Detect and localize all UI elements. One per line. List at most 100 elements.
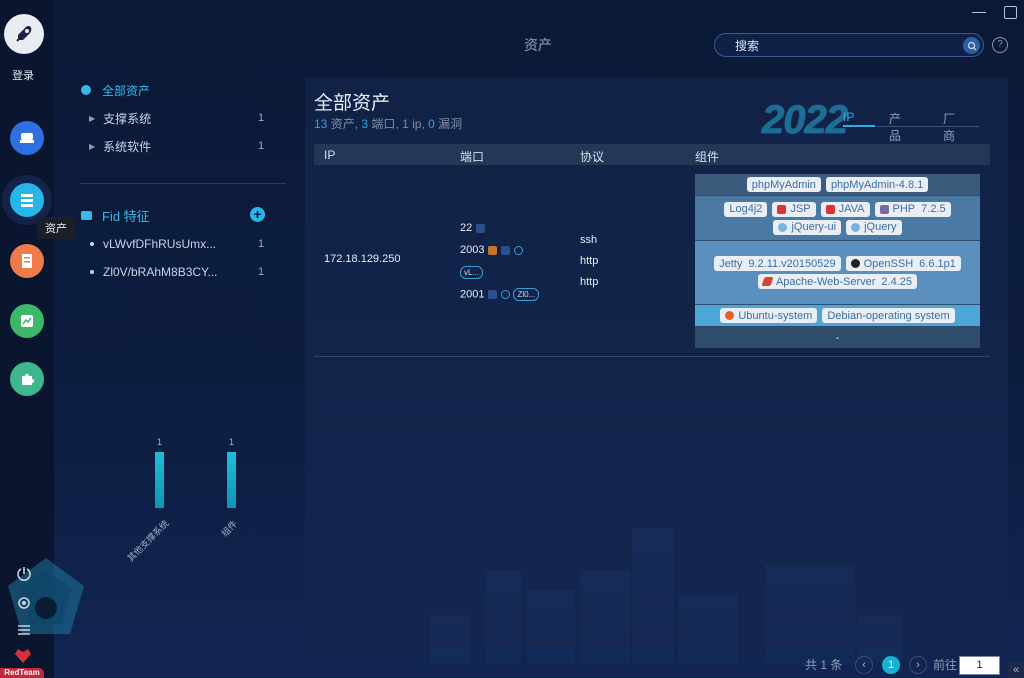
fid-item-count: 1: [258, 266, 265, 278]
java-icon: [825, 204, 835, 214]
protocol: ssh: [580, 234, 598, 246]
component-tag[interactable]: Apache-Web-Server 2.4.25: [757, 274, 918, 289]
tab-product[interactable]: 产品: [889, 110, 901, 144]
puzzle-icon: [22, 374, 34, 385]
power-icon[interactable]: [15, 565, 33, 583]
fid-item[interactable]: vLWvfDFhRUsUmx...: [90, 234, 216, 254]
ip-address[interactable]: 172.18.129.250: [324, 253, 400, 265]
column-header-protocol[interactable]: 协议: [580, 148, 604, 165]
fid-pill[interactable]: vL...: [460, 266, 484, 279]
window-minimize-button[interactable]: [972, 12, 986, 13]
component-tag[interactable]: Debian-operating system: [822, 308, 955, 323]
sidebar-divider: [80, 183, 286, 184]
component-tag[interactable]: OpenSSH 6.6.1p1: [845, 256, 961, 271]
fingerprint-icon: [476, 223, 486, 233]
flame-icon: [488, 245, 498, 255]
fid-item-label: vLWvfDFhRUsUmx...: [103, 237, 217, 251]
fid-pill-row: vL...: [460, 266, 484, 279]
rail-report-button[interactable]: [10, 244, 44, 278]
rail-assets-button[interactable]: [10, 183, 44, 217]
component-tag[interactable]: phpMyAdmin-4.8.1: [825, 177, 929, 192]
mini-bar-value: 1: [229, 437, 235, 447]
document-icon: [22, 254, 32, 268]
rocket-icon: [16, 26, 32, 42]
component-tag[interactable]: Log4j2: [724, 201, 768, 217]
next-page-button[interactable]: ›: [909, 656, 927, 674]
component-tag[interactable]: PHP 7.2.5: [874, 201, 951, 217]
port-entry: 22: [460, 222, 486, 234]
component-tag[interactable]: jQuery-ui: [773, 219, 842, 235]
bullet-icon: [90, 270, 94, 274]
tree-item-count: 1: [258, 140, 265, 152]
page-title: 资产: [524, 37, 552, 53]
asset-summary: 13 资产, 3 端口, 1 ip, 0 漏洞: [314, 117, 463, 131]
menu-icon[interactable]: [15, 621, 33, 639]
panel-title: 全部资产: [314, 93, 391, 114]
component-group: Jetty 9.2.11.v20150529 OpenSSH 6.6.1p1 Apa…: [695, 241, 980, 304]
tab-ip[interactable]: IP: [843, 110, 854, 124]
port-entry: 2001 Zl0...: [460, 288, 540, 301]
fid-pill[interactable]: Zl0...: [513, 288, 540, 301]
goto-page-input[interactable]: 1: [959, 656, 1000, 675]
row-separator: [314, 356, 990, 357]
component-box: phpMyAdmin phpMyAdmin-4.8.1 Log4j2 JSP J…: [695, 174, 980, 348]
fingerprint-icon: [488, 290, 498, 299]
search-button[interactable]: [963, 37, 980, 54]
pagination-total: 共 1 条: [805, 658, 843, 672]
jquery-icon: [778, 222, 788, 232]
trend-chart-icon: [21, 315, 33, 327]
tab-active-indicator: [843, 125, 875, 127]
server-icon: [21, 194, 33, 207]
jquery-icon: [851, 222, 861, 232]
settings-gear-icon[interactable]: [15, 594, 33, 612]
target-icon: [81, 85, 91, 95]
component-tag[interactable]: phpMyAdmin: [746, 177, 821, 192]
prev-page-button[interactable]: ‹: [855, 656, 873, 674]
column-header-port[interactable]: 端口: [460, 148, 484, 165]
year-watermark: 2022: [762, 98, 848, 142]
component-group: Log4j2 JSP JAVA PHP 7.2.5 jQuery-ui jQuer…: [695, 196, 980, 240]
search-box[interactable]: [714, 33, 984, 57]
component-tag[interactable]: JSP: [772, 201, 816, 217]
add-fid-button[interactable]: +: [250, 207, 265, 222]
tree-item-system-software[interactable]: ▶ 系统软件: [89, 136, 151, 156]
fid-item-label: Zl0V/bRAhM8B3CY...: [103, 265, 218, 279]
mini-bar: [227, 452, 236, 508]
rail-chart-button[interactable]: [10, 304, 44, 338]
component-tag[interactable]: Jetty 9.2.11.v20150529: [714, 256, 841, 271]
window-maximize-button[interactable]: [1004, 6, 1017, 19]
page-number-button[interactable]: 1: [882, 656, 900, 674]
fid-item[interactable]: Zl0V/bRAhM8B3CY...: [90, 262, 218, 282]
link-icon[interactable]: [514, 245, 524, 255]
caret-right-icon: ▶: [89, 141, 96, 151]
tree-root-all-assets[interactable]: 全部资产: [81, 80, 150, 100]
search-input[interactable]: [733, 38, 957, 54]
app-logo[interactable]: [4, 14, 44, 54]
redteam-badge: RedTeam: [0, 668, 44, 678]
tab-vendor[interactable]: 厂商: [943, 110, 955, 144]
heart-shield-icon: [15, 649, 31, 663]
rail-plugin-button[interactable]: [10, 362, 44, 396]
component-tag[interactable]: jQuery: [846, 219, 902, 235]
component-tag[interactable]: JAVA: [820, 201, 870, 217]
tag-icon: [81, 210, 92, 220]
java-icon: [777, 204, 787, 214]
login-label[interactable]: 登录: [0, 67, 46, 83]
collapse-panel-button[interactable]: «: [1008, 662, 1024, 678]
help-icon[interactable]: ?: [992, 37, 1008, 53]
component-tag[interactable]: Ubuntu-system: [720, 308, 818, 323]
column-header-component[interactable]: 组件: [695, 148, 719, 165]
protocol: http: [580, 255, 599, 267]
caret-right-icon: ▶: [89, 113, 96, 123]
bullet-icon: [90, 242, 94, 246]
column-header-ip[interactable]: IP: [324, 148, 335, 162]
php-icon: [879, 204, 889, 214]
table-header: IP 端口 协议 组件: [314, 144, 990, 165]
rail-home-button[interactable]: [10, 121, 44, 155]
link-icon[interactable]: [501, 290, 511, 299]
mini-bar-value: 1: [157, 437, 163, 447]
apache-icon: [761, 277, 774, 286]
ubuntu-icon: [725, 311, 735, 320]
tree-item-support-system[interactable]: ▶ 支撑系统: [89, 108, 151, 128]
protocol: http: [580, 276, 599, 288]
